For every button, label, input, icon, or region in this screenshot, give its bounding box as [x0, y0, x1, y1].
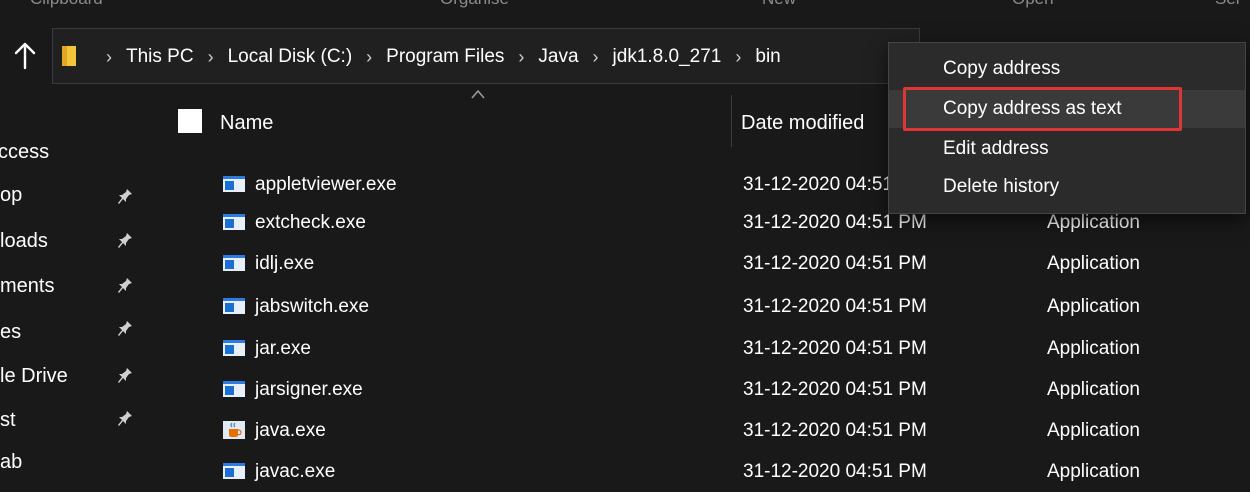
sort-ascending-icon: [470, 86, 486, 99]
app-window-icon: [223, 340, 245, 356]
chevron-right-icon[interactable]: ›: [735, 47, 741, 68]
app-window-icon: [223, 255, 245, 271]
file-row[interactable]: jarsigner.exe 31-12-2020 04:51 PM Applic…: [210, 370, 1250, 410]
ribbon-group-clipboard: Clipboard: [30, 0, 103, 9]
file-type: Application: [1047, 338, 1140, 359]
menu-item-label: Delete history: [943, 176, 1060, 197]
menu-item-copy-address[interactable]: Copy address: [889, 50, 1245, 88]
app-window-icon: [223, 214, 245, 230]
file-name: jarsigner.exe: [255, 379, 363, 400]
select-all-checkbox[interactable]: [178, 109, 202, 133]
file-name: jabswitch.exe: [255, 296, 370, 317]
menu-item-label: Copy address: [943, 58, 1061, 79]
column-header-date-modified[interactable]: Date modified: [741, 112, 864, 135]
java-coffee-icon: [223, 421, 245, 439]
file-date: 31-12-2020 04:51 PM: [743, 420, 927, 441]
column-header-name[interactable]: Name: [220, 112, 273, 135]
column-divider[interactable]: [731, 95, 732, 147]
breadcrumb-bin[interactable]: bin: [755, 46, 780, 68]
app-window-icon: [223, 381, 245, 397]
file-type: Application: [1047, 420, 1140, 441]
folder-icon: [60, 44, 80, 68]
annotation-highlight-box: [903, 87, 1182, 131]
file-date: 31-12-2020 04:51 PM: [743, 296, 927, 317]
file-name: java.exe: [255, 420, 326, 441]
file-type: Application: [1047, 296, 1140, 317]
file-name: javac.exe: [255, 461, 336, 482]
pin-icon: [117, 320, 133, 338]
file-row[interactable]: jabswitch.exe 31-12-2020 04:51 PM Applic…: [210, 287, 1250, 327]
file-row[interactable]: javac.exe 31-12-2020 04:51 PM Applicatio…: [210, 452, 1250, 492]
nav-item-google-drive[interactable]: le Drive: [0, 361, 68, 391]
pin-icon: [117, 410, 133, 428]
file-row[interactable]: idlj.exe 31-12-2020 04:51 PM Application: [210, 244, 1250, 284]
menu-item-edit-address[interactable]: Edit address: [889, 130, 1245, 168]
up-button[interactable]: [13, 40, 37, 70]
nav-item-quick-access[interactable]: ccess: [0, 137, 49, 167]
arrow-up-icon: [14, 42, 36, 70]
nav-item-test[interactable]: st: [0, 405, 16, 435]
file-date: 31-12-2020 04:51 PM: [743, 253, 927, 274]
nav-item-downloads[interactable]: loads: [0, 226, 48, 256]
file-name: appletviewer.exe: [255, 174, 397, 195]
nav-item-desktop[interactable]: op: [0, 180, 22, 210]
breadcrumb[interactable]: › This PC › Local Disk (C:) › Program Fi…: [92, 44, 781, 70]
chevron-right-icon[interactable]: ›: [366, 47, 372, 68]
file-row[interactable]: jar.exe 31-12-2020 04:51 PM Application: [210, 329, 1250, 369]
app-window-icon: [223, 176, 245, 192]
menu-item-delete-history[interactable]: Delete history: [889, 168, 1245, 206]
breadcrumb-java[interactable]: Java: [538, 46, 578, 68]
breadcrumb-this-pc[interactable]: This PC: [126, 46, 194, 68]
app-window-icon: [223, 298, 245, 314]
file-name: extcheck.exe: [255, 212, 366, 233]
ribbon-group-select: Sel: [1215, 0, 1240, 9]
ribbon-group-organise: Organise: [440, 0, 509, 9]
file-type: Application: [1047, 253, 1140, 274]
nav-item-pictures[interactable]: es: [0, 317, 21, 347]
breadcrumb-jdk[interactable]: jdk1.8.0_271: [613, 46, 722, 68]
file-date: 31-12-2020 04:51 PM: [743, 212, 927, 233]
app-window-icon: [223, 463, 245, 479]
file-row[interactable]: java.exe 31-12-2020 04:51 PM Application: [210, 411, 1250, 451]
pin-icon: [117, 232, 133, 250]
file-type: Application: [1047, 212, 1140, 233]
breadcrumb-local-disk[interactable]: Local Disk (C:): [228, 46, 353, 68]
file-name: jar.exe: [255, 338, 311, 359]
pin-icon: [117, 367, 133, 385]
nav-item-documents[interactable]: ments: [0, 271, 54, 301]
file-date: 31-12-2020 04:51 PM: [743, 338, 927, 359]
ribbon-group-new: New: [762, 0, 796, 9]
nav-item-lab[interactable]: ab: [0, 447, 22, 477]
file-date: 31-12-2020 04:51 PM: [743, 461, 927, 482]
chevron-right-icon[interactable]: ›: [593, 47, 599, 68]
chevron-right-icon[interactable]: ›: [106, 47, 112, 68]
file-type: Application: [1047, 461, 1140, 482]
chevron-right-icon[interactable]: ›: [518, 47, 524, 68]
menu-item-label: Edit address: [943, 138, 1049, 159]
pin-icon: [117, 277, 133, 295]
file-name: idlj.exe: [255, 253, 315, 274]
breadcrumb-program-files[interactable]: Program Files: [386, 46, 504, 68]
file-date: 31-12-2020 04:51 PM: [743, 379, 927, 400]
ribbon-group-open: Open: [1012, 0, 1054, 9]
pin-icon: [117, 188, 133, 206]
chevron-right-icon[interactable]: ›: [208, 47, 214, 68]
file-type: Application: [1047, 379, 1140, 400]
